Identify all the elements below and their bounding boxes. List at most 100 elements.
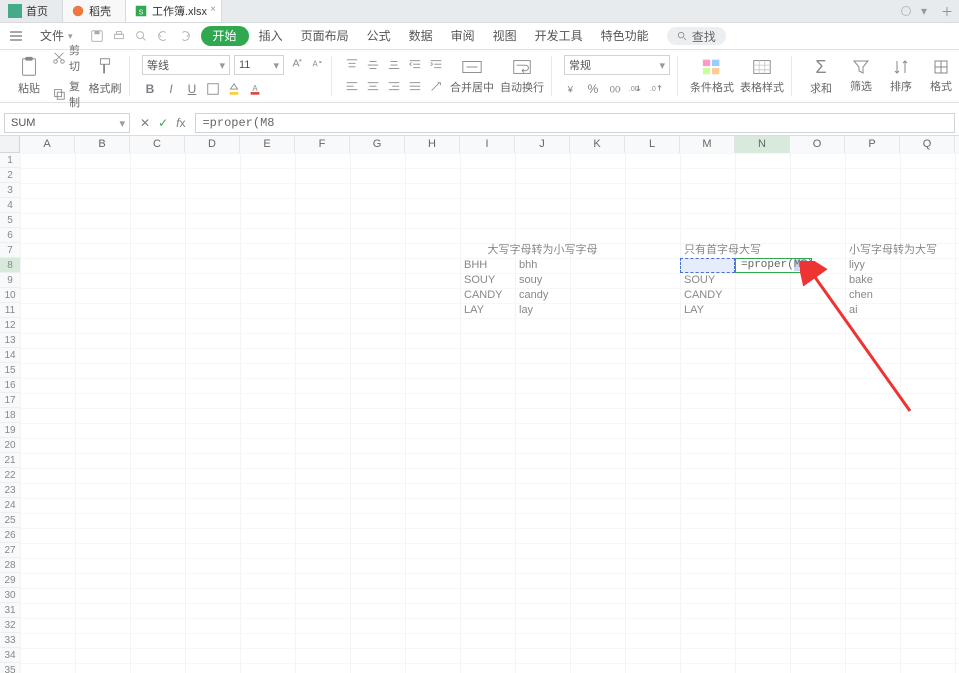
cell-J9[interactable]: souy [515, 273, 570, 288]
row-header-33[interactable]: 33 [0, 633, 20, 648]
row-header-6[interactable]: 6 [0, 228, 20, 243]
row-header-26[interactable]: 26 [0, 528, 20, 543]
col-header-E[interactable]: E [240, 136, 295, 153]
cell-J10[interactable]: candy [515, 288, 570, 303]
wrap-text-button[interactable]: 自动换行 [500, 57, 544, 95]
menu-review[interactable]: 审阅 [443, 26, 483, 46]
row-header-23[interactable]: 23 [0, 483, 20, 498]
col-header-G[interactable]: G [350, 136, 405, 153]
row-header-18[interactable]: 18 [0, 408, 20, 423]
close-icon[interactable]: × [207, 4, 219, 16]
cell-I10[interactable]: CANDY [460, 288, 515, 303]
fill-color-icon[interactable] [226, 81, 242, 97]
spreadsheet-grid[interactable]: ABCDEFGHIJKLMNOPQ 1234567891011121314151… [0, 136, 959, 673]
row-header-29[interactable]: 29 [0, 573, 20, 588]
col-header-I[interactable]: I [460, 136, 515, 153]
inc-decimal-icon[interactable]: .00 [627, 81, 643, 97]
col-header-F[interactable]: F [295, 136, 350, 153]
cell-P8[interactable]: liyy [845, 258, 900, 273]
col-header-D[interactable]: D [185, 136, 240, 153]
preview-icon[interactable] [133, 28, 149, 44]
cancel-formula-icon[interactable]: ✕ [140, 116, 150, 130]
cell-I9[interactable]: SOUY [460, 273, 515, 288]
copy-button[interactable]: 复制 [52, 78, 82, 110]
menu-view[interactable]: 视图 [485, 26, 525, 46]
align-right-icon[interactable] [386, 79, 402, 95]
row-header-30[interactable]: 30 [0, 588, 20, 603]
sort-button[interactable]: 排序 [884, 58, 918, 94]
row-header-1[interactable]: 1 [0, 153, 20, 168]
row-header-35[interactable]: 35 [0, 663, 20, 673]
cell-M11[interactable]: LAY [680, 303, 735, 318]
row-header-2[interactable]: 2 [0, 168, 20, 183]
menu-start[interactable]: 开始 [201, 26, 249, 46]
indent-inc-icon[interactable] [428, 57, 444, 73]
menu-formula[interactable]: 公式 [359, 26, 399, 46]
grow-font-icon[interactable]: A [288, 55, 304, 71]
align-top-icon[interactable] [344, 57, 360, 73]
col-header-B[interactable]: B [75, 136, 130, 153]
row-header-22[interactable]: 22 [0, 468, 20, 483]
row-header-10[interactable]: 10 [0, 288, 20, 303]
sum-button[interactable]: Σ求和 [804, 57, 838, 96]
format-painter-button[interactable]: 格式刷 [88, 56, 122, 96]
cell-M7[interactable]: 只有首字母大写 [680, 243, 790, 258]
align-left-icon[interactable] [344, 79, 360, 95]
align-bottom-icon[interactable] [386, 57, 402, 73]
row-header-17[interactable]: 17 [0, 393, 20, 408]
tab-file[interactable]: S 工作簿.xlsx × [126, 0, 222, 22]
cell-M9[interactable]: SOUY [680, 273, 735, 288]
row-header-9[interactable]: 9 [0, 273, 20, 288]
col-header-N[interactable]: N [735, 136, 790, 153]
align-center-icon[interactable] [365, 79, 381, 95]
italic-icon[interactable]: I [163, 81, 179, 97]
name-box[interactable]: SUM ▾ [4, 113, 130, 133]
cell-P7[interactable]: 小写字母转为大写 [845, 243, 959, 258]
row-header-28[interactable]: 28 [0, 558, 20, 573]
row-header-13[interactable]: 13 [0, 333, 20, 348]
bold-icon[interactable]: B [142, 81, 158, 97]
dec-decimal-icon[interactable]: .0 [648, 81, 664, 97]
cell-M10[interactable]: CANDY [680, 288, 735, 303]
menu-icon[interactable]: ▾ [921, 4, 927, 18]
row-header-27[interactable]: 27 [0, 543, 20, 558]
record-icon[interactable] [901, 6, 911, 16]
fontsize-dropdown[interactable]: 11▾ [234, 55, 284, 75]
col-header-C[interactable]: C [130, 136, 185, 153]
justify-icon[interactable] [407, 79, 423, 95]
row-header-15[interactable]: 15 [0, 363, 20, 378]
font-dropdown[interactable]: 等线▾ [142, 55, 230, 75]
row-header-25[interactable]: 25 [0, 513, 20, 528]
row-header-5[interactable]: 5 [0, 213, 20, 228]
border-icon[interactable] [205, 81, 221, 97]
row-header-34[interactable]: 34 [0, 648, 20, 663]
tab-app[interactable]: 稻壳 [63, 0, 126, 22]
col-header-K[interactable]: K [570, 136, 625, 153]
menu-data[interactable]: 数据 [401, 26, 441, 46]
col-header-A[interactable]: A [20, 136, 75, 153]
cell-editor[interactable]: =proper(M8) [737, 258, 820, 273]
cell-P11[interactable]: ai [845, 303, 900, 318]
row-header-14[interactable]: 14 [0, 348, 20, 363]
tab-add[interactable]: ＋ [935, 0, 959, 22]
cell-P10[interactable]: chen [845, 288, 900, 303]
formula-bar[interactable]: =proper(M8 [195, 113, 955, 133]
col-header-P[interactable]: P [845, 136, 900, 153]
comma-icon[interactable]: 000 [606, 81, 622, 97]
menu-dev[interactable]: 开发工具 [527, 26, 591, 46]
font-color-icon[interactable]: A [247, 81, 263, 97]
column-headers[interactable]: ABCDEFGHIJKLMNOPQ [20, 136, 959, 154]
menu-layout[interactable]: 页面布局 [293, 26, 357, 46]
row-header-21[interactable]: 21 [0, 453, 20, 468]
number-format-dropdown[interactable]: 常规▾ [564, 55, 670, 75]
cell-I11[interactable]: LAY [460, 303, 515, 318]
row-header-7[interactable]: 7 [0, 243, 20, 258]
undo-icon[interactable] [155, 28, 171, 44]
row-header-4[interactable]: 4 [0, 198, 20, 213]
currency-icon[interactable]: ¥ [564, 81, 580, 97]
merge-center-button[interactable]: 合并居中 [450, 57, 494, 95]
menu-lines-icon[interactable] [2, 26, 30, 46]
cells-area[interactable]: 大写字母转为小写字母只有首字母大写小写字母转为大写BHHbhhBHHliyySO… [20, 153, 959, 673]
row-header-19[interactable]: 19 [0, 423, 20, 438]
redo-icon[interactable] [177, 28, 193, 44]
